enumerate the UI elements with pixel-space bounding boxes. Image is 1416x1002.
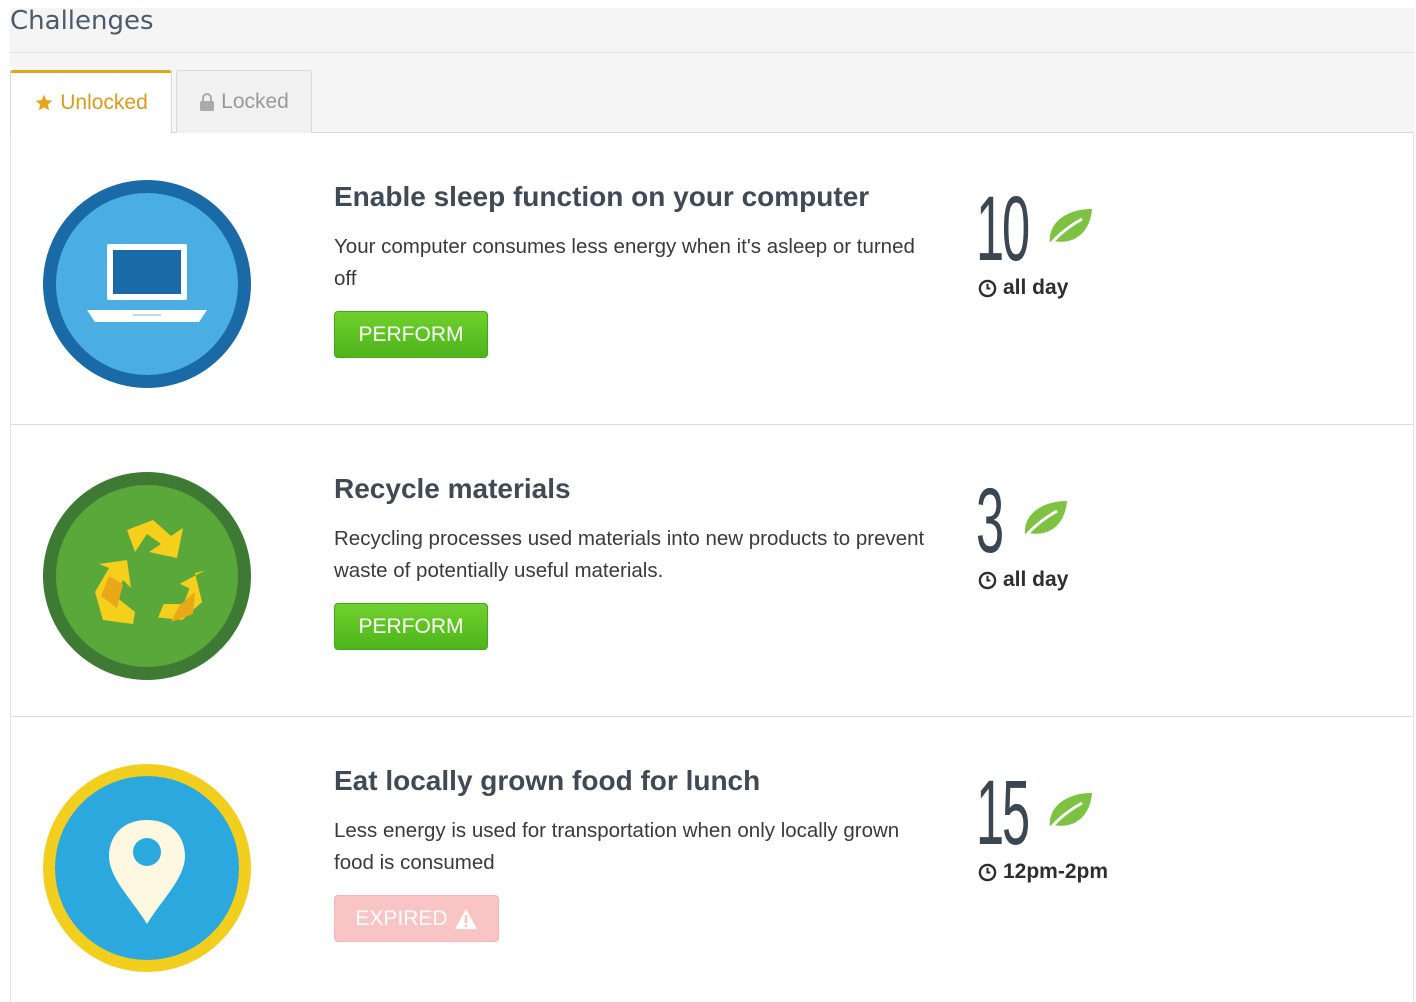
leaf-icon xyxy=(1046,793,1092,832)
button-label: PERFORM xyxy=(358,322,464,346)
lock-icon xyxy=(200,93,215,111)
laptop-icon xyxy=(43,180,251,388)
time-window: 12pm-2pm xyxy=(978,860,1108,884)
points-value: 3 xyxy=(976,470,1004,572)
warning-icon xyxy=(454,908,477,929)
challenge-title: Enable sleep function on your computer xyxy=(334,181,870,212)
tab-locked[interactable]: Locked xyxy=(176,70,312,133)
challenge-row: Enable sleep function on your computer Y… xyxy=(11,133,1413,425)
map-pin-icon xyxy=(43,764,251,972)
challenge-row: Recycle materials Recycling processes us… xyxy=(11,425,1413,717)
expired-button[interactable]: EXPIRED xyxy=(334,895,499,942)
challenge-list: Enable sleep function on your computer Y… xyxy=(10,133,1414,1002)
time-label: 12pm-2pm xyxy=(1003,860,1109,883)
page-header: Challenges xyxy=(10,8,1414,53)
recycle-icon xyxy=(43,472,251,680)
clock-icon xyxy=(978,279,997,297)
tab-unlocked[interactable]: Unlocked xyxy=(10,70,172,134)
time-window: all day xyxy=(978,568,1068,592)
clock-icon xyxy=(978,863,997,881)
points-value: 15 xyxy=(976,762,1030,864)
time-label: all day xyxy=(1003,568,1069,591)
challenge-description: Less energy is used for transportation w… xyxy=(334,819,900,874)
perform-button[interactable]: PERFORM xyxy=(334,603,488,650)
leaf-icon xyxy=(1046,209,1092,248)
tab-label: Locked xyxy=(221,90,289,113)
challenge-title: Recycle materials xyxy=(334,473,571,504)
points-value: 10 xyxy=(976,178,1030,280)
tabs-bar: Unlocked Locked xyxy=(10,53,1414,134)
time-label: all day xyxy=(1003,276,1069,299)
time-window: all day xyxy=(978,276,1068,300)
button-label: EXPIRED xyxy=(355,906,448,930)
perform-button[interactable]: PERFORM xyxy=(334,311,488,358)
challenge-description: Your computer consumes less energy when … xyxy=(334,235,915,290)
button-label: PERFORM xyxy=(358,614,464,638)
leaf-icon xyxy=(1021,501,1067,540)
challenge-title: Eat locally grown food for lunch xyxy=(334,765,761,796)
challenge-row: Eat locally grown food for lunch Less en… xyxy=(11,717,1413,1002)
star-icon xyxy=(35,94,53,111)
challenge-description: Recycling processes used materials into … xyxy=(334,527,925,582)
clock-icon xyxy=(978,571,997,589)
page-title: Challenges xyxy=(10,6,154,36)
tab-label: Unlocked xyxy=(60,91,148,114)
